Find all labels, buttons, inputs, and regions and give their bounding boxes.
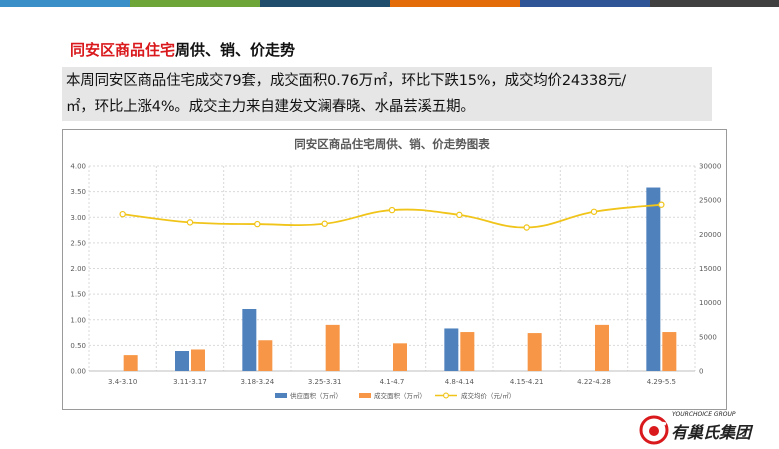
avg-price-point xyxy=(254,220,261,228)
y-right-tick-label: 15000 xyxy=(699,265,721,273)
x-tick-label: 4.29-5.5 xyxy=(647,378,676,386)
page-title-rest: 周供、销、价走势 xyxy=(175,41,296,59)
y-left-tick-label: 2.00 xyxy=(70,265,86,273)
top-color-bar xyxy=(0,0,779,7)
supply-bar xyxy=(444,328,459,371)
chart-title: 同安区商品住宅周供、销、价走势图表 xyxy=(294,137,490,151)
x-tick-label: 3.18-3.24 xyxy=(240,378,274,386)
legend-swatch xyxy=(359,393,371,398)
top-bar-segment xyxy=(260,0,390,7)
company-logo: YOURCHOICE GROUP 有巢氏集团 xyxy=(639,410,779,449)
page-title-highlight: 同安区商品住宅 xyxy=(70,41,176,59)
deal-area-bar xyxy=(258,340,273,371)
deal-area-bar xyxy=(527,333,542,371)
y-left-tick-label: 0.50 xyxy=(70,342,86,350)
y-right-tick-label: 20000 xyxy=(699,231,721,239)
legend-label: 成交均价（元/㎡） xyxy=(461,391,515,400)
avg-price-point xyxy=(456,211,463,219)
y-left-tick-label: 2.50 xyxy=(70,239,86,247)
avg-price-point xyxy=(321,220,328,227)
legend-swatch xyxy=(275,393,287,398)
y-right-tick-label: 25000 xyxy=(699,197,721,205)
combo-chart: 同安区商品住宅周供、销、价走势图表 0.00 0.50 1.00 1.50 2.00 2.5… xyxy=(70,137,721,400)
supply-bar xyxy=(646,187,661,371)
deal-area-bar xyxy=(191,349,205,371)
logo-chinese-text: 有巢氏集团 xyxy=(671,423,752,442)
top-bar-segment xyxy=(520,0,650,7)
y-left-tick-label: 0.00 xyxy=(70,368,86,376)
avg-price-point xyxy=(658,201,665,208)
top-bar-segment xyxy=(650,0,779,7)
avg-price-point xyxy=(590,208,598,215)
avg-price-point xyxy=(186,219,194,226)
y-left-tick-label: 1.50 xyxy=(70,291,86,299)
top-bar-segment xyxy=(130,0,260,7)
logo-english-text: YOURCHOICE GROUP xyxy=(672,411,736,418)
legend-label: 供应面积（万㎡） xyxy=(290,391,342,400)
top-bar-segment xyxy=(390,0,520,7)
summary-box: 本周同安区商品住宅成交79套，成交面积0.76万㎡，环比下跌15%，成交均价24… xyxy=(62,67,712,121)
y-right-tick-label: 0 xyxy=(699,368,703,376)
top-bar-segment xyxy=(0,0,130,7)
page-title: 同安区商品住宅周供、销、价走势 xyxy=(70,39,295,60)
x-tick-label: 4.8-4.14 xyxy=(445,378,475,386)
deal-area-bar xyxy=(393,343,407,371)
x-tick-label: 4.15-4.21 xyxy=(510,378,544,386)
summary-line-2: ㎡，环比上涨4%。成交主力来自建发文澜春晓、水晶芸溪五期。 xyxy=(66,99,475,115)
x-tick-label: 3.4-3.10 xyxy=(108,378,137,386)
deal-area-bar xyxy=(662,332,677,371)
y-right-tick-label: 30000 xyxy=(699,163,721,171)
y-left-tick-label: 4.00 xyxy=(70,163,86,171)
x-tick-label: 3.25-3.31 xyxy=(308,378,342,386)
y-left-tick-label: 3.50 xyxy=(70,188,86,196)
avg-price-point xyxy=(388,206,396,214)
supply-bar xyxy=(242,308,257,371)
x-tick-label: 3.11-3.17 xyxy=(173,378,207,386)
y-left-tick-label: 3.00 xyxy=(70,214,86,222)
avg-price-point xyxy=(523,224,530,231)
y-left-tick-label: 1.00 xyxy=(70,316,86,324)
supply-bar xyxy=(175,351,189,371)
legend-label: 成交面积（万㎡） xyxy=(374,391,426,400)
avg-price-point xyxy=(119,210,126,218)
summary-line-1: 本周同安区商品住宅成交79套，成交面积0.76万㎡，环比下跌15%，成交均价24… xyxy=(66,73,626,89)
deal-area-bar xyxy=(325,324,340,371)
legend-marker xyxy=(443,392,449,399)
x-tick-label: 4.22-4.28 xyxy=(577,378,611,386)
deal-area-bar xyxy=(460,332,475,371)
red-swirl-logo-icon xyxy=(639,415,669,445)
deal-area-bar xyxy=(595,324,609,371)
chart-container: 同安区商品住宅周供、销、价走势图表 0.00 0.50 1.00 1.50 2.00 2.5… xyxy=(62,129,727,410)
x-tick-label: 4.1-4.7 xyxy=(380,378,405,386)
y-right-tick-label: 10000 xyxy=(699,299,721,307)
deal-area-bar xyxy=(123,355,138,371)
y-right-tick-label: 5000 xyxy=(699,333,717,341)
